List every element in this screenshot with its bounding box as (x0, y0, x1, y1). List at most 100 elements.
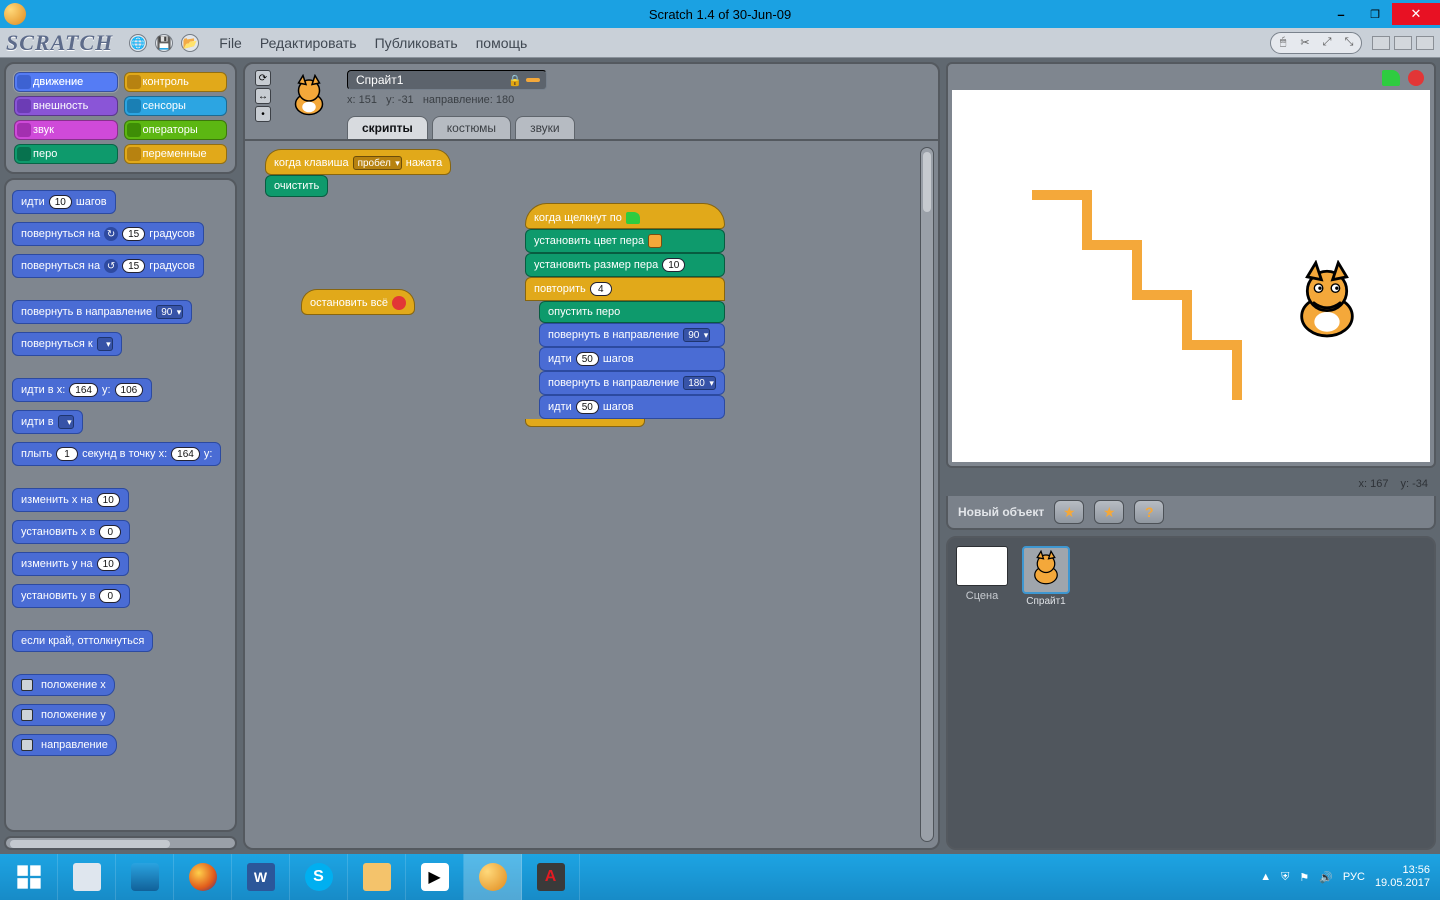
scripts-scrollbar[interactable] (920, 147, 934, 842)
category-контроль[interactable]: контроль (124, 72, 228, 92)
grow-mode-icon[interactable]: ⤢ (1319, 35, 1335, 51)
sprite-name-field[interactable]: Спрайт1 🔒 (347, 70, 547, 90)
category-перо[interactable]: перо (14, 144, 118, 164)
block-set-y[interactable]: установить y в 0 (12, 584, 130, 608)
stage[interactable] (952, 90, 1430, 462)
block-point-direction[interactable]: повернуть в направление 90 (12, 300, 192, 324)
tab-scripts[interactable]: скрипты (347, 116, 428, 139)
taskbar-calculator-icon[interactable] (58, 854, 116, 900)
block-dropdown[interactable]: пробел (353, 156, 402, 170)
save-icon[interactable]: 💾 (155, 34, 173, 52)
paint-new-sprite-button[interactable] (1054, 500, 1084, 524)
random-sprite-button[interactable] (1134, 500, 1164, 524)
stop-button[interactable] (1408, 70, 1424, 86)
reporter-checkbox[interactable] (21, 709, 33, 721)
globe-icon[interactable]: 🌐 (129, 34, 147, 52)
palette-scrollbar[interactable] (4, 836, 237, 850)
taskbar-scratch-icon[interactable] (464, 854, 522, 900)
block-turn-cw[interactable]: повернуться на ↻ 15 градусов (12, 222, 204, 246)
taskbar-skype-icon[interactable]: S (290, 854, 348, 900)
block-point-direction[interactable]: повернуть в направление 90 (539, 323, 725, 347)
tray-lang[interactable]: РУС (1343, 871, 1365, 883)
reporter-checkbox[interactable] (21, 739, 33, 751)
block-set-pen-size[interactable]: установить размер пера 10 (525, 253, 725, 277)
script-stack[interactable]: когда щелкнут по установить цвет пера ус… (525, 203, 725, 427)
menu-file[interactable]: File (219, 35, 242, 51)
block-pen-down[interactable]: опустить перо (539, 301, 725, 323)
category-звук[interactable]: звук (14, 120, 118, 140)
block-move-steps[interactable]: идти 50 шагов (539, 347, 725, 371)
taskbar-word-icon[interactable]: W (232, 854, 290, 900)
system-tray[interactable]: ▲ ⛨ ⚑ 🔊 РУС 13:56 19.05.2017 (1250, 854, 1440, 900)
stage-thumbnail[interactable] (956, 546, 1008, 586)
green-flag-button[interactable] (1382, 70, 1400, 86)
block-arg[interactable]: 10 (49, 195, 72, 209)
block-dropdown[interactable]: 90 (683, 328, 710, 342)
taskbar-app-icon[interactable] (116, 854, 174, 900)
block-arg[interactable]: 0 (99, 525, 121, 539)
block-arg[interactable]: 106 (115, 383, 144, 397)
block-change-y[interactable]: изменить y на 10 (12, 552, 129, 576)
menu-publish[interactable]: Публиковать (375, 35, 458, 51)
choose-sprite-from-file-button[interactable] (1094, 500, 1124, 524)
block-set-x[interactable]: установить x в 0 (12, 520, 130, 544)
view-normal-icon[interactable] (1394, 36, 1412, 50)
hat-when-flag-clicked[interactable]: когда щелкнут по (525, 203, 725, 229)
tray-sound-icon[interactable]: 🔊 (1319, 871, 1333, 884)
tray-clock[interactable]: 13:56 19.05.2017 (1375, 864, 1430, 889)
window-minimize-button[interactable] (1324, 3, 1358, 25)
sprite-tile[interactable]: Спрайт1 (1018, 546, 1074, 607)
block-point-towards[interactable]: повернуться к (12, 332, 122, 356)
rotate-free-button[interactable]: ⟳ (255, 70, 271, 86)
window-maximize-button[interactable] (1358, 3, 1392, 25)
block-repeat[interactable]: повторить 4 (525, 277, 725, 301)
block-arg[interactable]: 10 (662, 258, 685, 272)
taskbar-media-icon[interactable]: ▶ (406, 854, 464, 900)
window-close-button[interactable] (1392, 3, 1440, 25)
hat-when-key-pressed[interactable]: когда клавиша пробел нажата (265, 149, 451, 175)
block-bounce-edge[interactable]: если край, оттолкнуться (12, 630, 153, 652)
block-dropdown[interactable] (97, 337, 113, 351)
reporter-checkbox[interactable] (21, 679, 33, 691)
block-arg[interactable]: 15 (122, 227, 145, 241)
start-button[interactable] (0, 854, 58, 900)
scripts-canvas[interactable]: когда клавиша пробел нажата очистить ост… (243, 141, 940, 850)
lock-icon[interactable]: 🔒 (508, 74, 522, 87)
pointer-mode-icon[interactable]: 🖱 (1275, 35, 1291, 51)
block-goto-xy[interactable]: идти в x: 164 y: 106 (12, 378, 152, 402)
block-clear-pen[interactable]: очистить (265, 175, 328, 197)
block-move-steps[interactable]: идти 50 шагов (539, 395, 725, 419)
block-dropdown[interactable]: 180 (683, 376, 716, 390)
open-icon[interactable]: 📂 (181, 34, 199, 52)
color-chip[interactable] (648, 234, 662, 248)
taskbar-explorer-icon[interactable] (348, 854, 406, 900)
taskbar-adobe-icon[interactable]: A (522, 854, 580, 900)
block-arg[interactable]: 10 (97, 493, 120, 507)
block-arg[interactable]: 15 (122, 259, 145, 273)
block-glide[interactable]: плыть 1 секунд в точку x: 164 y: (12, 442, 221, 466)
taskbar-firefox-icon[interactable] (174, 854, 232, 900)
block-arg[interactable]: 1 (56, 447, 78, 461)
view-small-icon[interactable] (1372, 36, 1390, 50)
block-arg[interactable]: 164 (171, 447, 200, 461)
block-arg[interactable]: 164 (69, 383, 98, 397)
tray-chevron-up-icon[interactable]: ▲ (1260, 871, 1271, 883)
category-движение[interactable]: движение (14, 72, 118, 92)
reporter-direction[interactable]: направление (12, 734, 117, 756)
sprite-on-stage[interactable] (1282, 260, 1372, 350)
rotate-none-button[interactable]: • (255, 106, 271, 122)
category-внешность[interactable]: внешность (14, 96, 118, 116)
block-turn-ccw[interactable]: повернуться на ↺ 15 градусов (12, 254, 204, 278)
block-arg[interactable]: 4 (590, 282, 612, 296)
script-stack[interactable]: остановить всё (301, 289, 415, 315)
shrink-mode-icon[interactable]: ⤡ (1341, 35, 1357, 51)
block-goto[interactable]: идти в (12, 410, 83, 434)
block-dropdown[interactable]: 90 (156, 305, 183, 319)
block-stop-all[interactable]: остановить всё (301, 289, 415, 315)
block-arg[interactable]: 10 (97, 557, 120, 571)
block-dropdown[interactable] (58, 415, 74, 429)
block-set-pen-color[interactable]: установить цвет пера (525, 229, 725, 253)
block-point-direction[interactable]: повернуть в направление 180 (539, 371, 725, 395)
block-move-steps[interactable]: идти 10 шагов (12, 190, 116, 214)
reporter-y-position[interactable]: положение y (12, 704, 115, 726)
